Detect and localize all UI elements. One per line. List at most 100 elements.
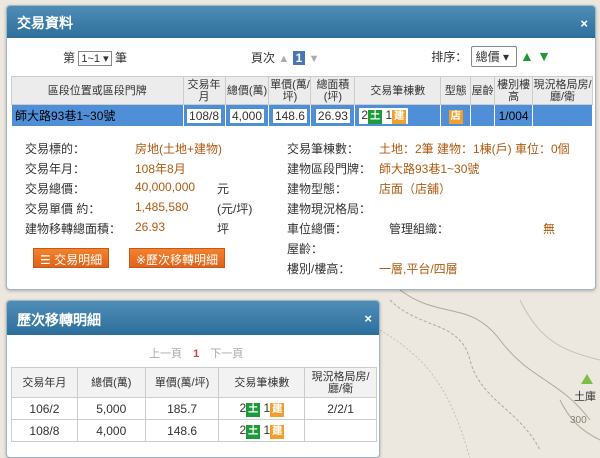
column-header: 總面積(坪) — [310, 76, 356, 105]
history-table-header: 交易年月 總價(萬) 單價(萬/坪) 交易筆棟數 現況格局房/廳/衛 — [11, 367, 377, 398]
subject-label: 交易標的： — [25, 142, 86, 156]
age-label: 屋齡： — [287, 242, 324, 256]
count-value: 土地：2筆 建物：1棟(戶) 車位：0個 — [379, 142, 570, 156]
menu-icon: ☰ — [40, 253, 51, 267]
column-header: 交易筆棟數 — [218, 367, 306, 398]
building-badge: 建 — [270, 424, 285, 439]
history-panel-header: 歷次移轉明細 × — [7, 301, 379, 335]
sort-label: 排序： — [431, 50, 468, 64]
land-badge: 土 — [246, 424, 261, 439]
floor-label: 樓別/樓高： — [287, 262, 351, 276]
table-row[interactable]: 師大路93巷1~30號 108/8 4,000 148.6 26.93 2土 1… — [11, 104, 593, 127]
row-total-value: 4,000 — [229, 108, 265, 123]
row-type: 店 — [440, 104, 472, 127]
sort-descending-icon[interactable]: ▼ — [537, 48, 551, 64]
mountain-marker — [581, 374, 593, 384]
history-panel-title: 歷次移轉明細 — [17, 312, 101, 328]
history-date: 108/8 — [11, 419, 78, 442]
history-counts: 2土 1建 — [218, 397, 306, 420]
land-count: 2 — [361, 107, 369, 122]
total-unit: 元 — [217, 182, 230, 196]
current-page[interactable]: 1 — [292, 51, 306, 65]
count-pill: 2土 1建 — [359, 107, 409, 124]
land-count: 2 — [239, 400, 247, 415]
history-total: 5,000 — [76, 397, 146, 420]
next-page-link[interactable]: 下一頁 — [210, 348, 243, 360]
sort-control: 排序： 總價 ▾ ▲ ▼ — [431, 46, 551, 67]
prev-page-icon[interactable]: ▲ — [278, 53, 289, 65]
row-age — [470, 104, 496, 127]
panel-title: 交易資料 — [17, 15, 73, 31]
addr-label: 建物區段門牌： — [287, 162, 372, 176]
unit-label: 交易單價 約： — [25, 202, 101, 216]
prev-page-link[interactable]: 上一頁 — [149, 348, 182, 360]
mgmt-label: 管理組織： — [389, 222, 450, 236]
sort-value: 總價 — [475, 50, 500, 64]
date-value: 108年8月 — [135, 162, 186, 176]
type-value: 店面（店舖） — [379, 182, 452, 196]
row-date: 108/8 — [182, 104, 226, 127]
column-header: 樓別樓高 — [494, 76, 534, 105]
history-panel: 歷次移轉明細 × 上一頁 1 下一頁 交易年月 總價(萬) 單價(萬/坪) 交易… — [6, 300, 380, 458]
column-header: 總價(萬) — [224, 76, 270, 105]
column-header: 總價(萬) — [76, 367, 146, 398]
area-value: 26.93 — [135, 220, 166, 234]
land-count: 2 — [239, 422, 247, 437]
sort-select[interactable]: 總價 ▾ — [470, 46, 517, 67]
column-header: 單價(萬/坪) — [268, 76, 312, 105]
row-area-value: 26.93 — [315, 108, 350, 123]
history-total: 4,000 — [76, 419, 146, 442]
record-range-select[interactable]: 1~1 ▾ — [78, 51, 112, 66]
history-table: 交易年月 總價(萬) 單價(萬/坪) 交易筆棟數 現況格局房/廳/衛 106/2… — [11, 367, 377, 442]
column-header: 單價(萬/坪) — [144, 367, 220, 398]
transaction-detail-label: 交易明細 — [54, 253, 103, 267]
floor-value: 一層,平台/四層 — [379, 262, 458, 276]
page-label: 頁次 — [251, 51, 276, 65]
map-contour-label: 300 — [570, 415, 587, 426]
table-header: 區段位置或區段門牌 交易年月 總價(萬) 單價(萬/坪) 總面積(坪) 交易筆棟… — [11, 76, 593, 105]
transaction-panel: 交易資料 × 第 1~1 ▾ 筆 頁次 ▲ 1 ▼ 排序： 總價 ▾ ▲ ▼ 區… — [6, 5, 596, 290]
land-badge: 土 — [368, 109, 383, 124]
column-header: 現況格局房/廳/衛 — [304, 367, 377, 398]
history-date: 106/2 — [11, 397, 78, 420]
area-unit: 坪 — [217, 222, 230, 236]
unit-value: 1,485,580 — [135, 200, 189, 214]
row-unit: 148.6 — [268, 104, 312, 127]
type-label: 建物型態： — [287, 182, 348, 196]
transaction-panel-header: 交易資料 × — [7, 6, 595, 38]
column-header: 型態 — [440, 76, 472, 105]
count-label: 交易筆棟數： — [287, 142, 360, 156]
transaction-detail-button[interactable]: ☰ 交易明細 — [33, 248, 110, 268]
column-header: 屋齡 — [470, 76, 496, 105]
row-layout — [532, 104, 593, 127]
table-row[interactable]: 106/2 5,000 185.7 2土 1建 2/2/1 — [11, 397, 377, 420]
building-badge: 建 — [270, 402, 285, 417]
addr-value: 師大路93巷1~30號 — [379, 162, 480, 176]
shop-type-badge: 店 — [448, 109, 463, 124]
column-header: 交易年月 — [182, 76, 226, 105]
history-transfer-button[interactable]: ※歷次移轉明細 — [129, 248, 226, 268]
column-header: 區段位置或區段門牌 — [11, 76, 184, 105]
record-selector: 第 1~1 ▾ 筆 — [63, 49, 127, 66]
parking-label: 車位總價： — [287, 222, 348, 236]
record-prefix: 第 — [63, 51, 76, 65]
building-badge: 建 — [392, 109, 407, 124]
subject-value: 房地(土地+建物) — [135, 142, 223, 156]
sort-ascending-icon[interactable]: ▲ — [520, 48, 534, 64]
close-icon[interactable]: × — [364, 311, 372, 326]
row-counts: 2土 1建 — [354, 104, 442, 127]
table-row[interactable]: 108/8 4,000 148.6 2土 1建 — [11, 419, 377, 442]
row-floor: 1/004 — [494, 104, 534, 127]
transaction-table: 區段位置或區段門牌 交易年月 總價(萬) 單價(萬/坪) 總面積(坪) 交易筆棟… — [11, 76, 593, 127]
land-badge: 土 — [246, 402, 261, 417]
history-layout: 2/2/1 — [304, 397, 377, 420]
row-total: 4,000 — [224, 104, 270, 127]
close-icon[interactable]: × — [580, 16, 588, 31]
record-range-value: 1~1 — [81, 53, 101, 65]
building-count: 1 — [385, 107, 393, 122]
row-address: 師大路93巷1~30號 — [11, 104, 184, 127]
mgmt-value: 無 — [543, 222, 556, 236]
column-header: 現況格局房/廳/衛 — [532, 76, 593, 105]
row-unit-value: 148.6 — [272, 108, 307, 123]
next-page-icon[interactable]: ▼ — [309, 53, 320, 65]
